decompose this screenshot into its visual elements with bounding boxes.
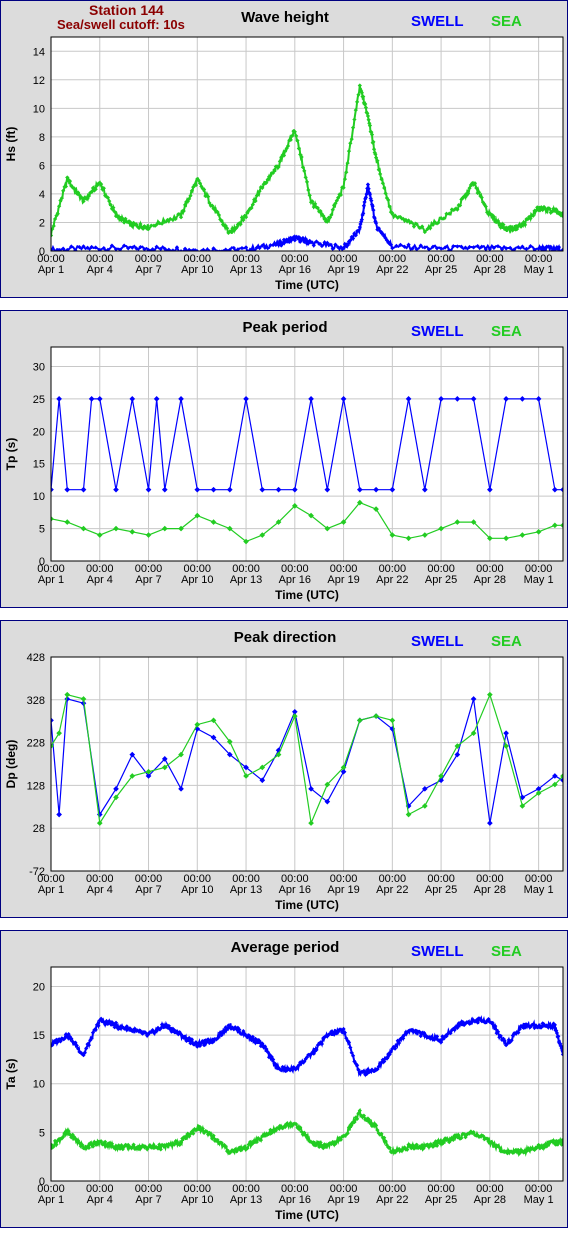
x-tick-date: Apr 22 — [376, 1194, 408, 1206]
x-tick-date: Apr 4 — [87, 884, 113, 896]
x-tick-date: Apr 19 — [327, 264, 359, 276]
x-tick-date: Apr 7 — [135, 1194, 161, 1206]
x-tick-date: Apr 28 — [474, 574, 506, 586]
y-tick-label: 328 — [27, 695, 45, 707]
average-period-panel: 0 5 10 15 20 00:00 Apr 1 00:00 Apr 4 00:00 Apr 7 00… — [0, 930, 568, 1228]
x-tick-date: Apr 28 — [474, 264, 506, 276]
y-tick-label: 6 — [39, 160, 45, 172]
y-tick-label: 10 — [33, 491, 45, 503]
x-tick-date: Apr 4 — [87, 264, 113, 276]
y-tick-label: 15 — [33, 459, 45, 471]
y-axis-label: Dp (deg) — [4, 740, 18, 789]
x-tick-date: Apr 28 — [474, 884, 506, 896]
y-tick-label: 2 — [39, 217, 45, 229]
x-tick-date: Apr 25 — [425, 264, 457, 276]
wave-height-chart: 0246810121400:00Apr 100:00Apr 400:00Apr … — [4, 9, 564, 292]
x-tick-date: Apr 22 — [376, 884, 408, 896]
x-tick-date: May 1 — [524, 264, 554, 276]
x-tick-date: Apr 10 — [181, 574, 213, 586]
x-tick-date: Apr 25 — [425, 884, 457, 896]
legend-sea: SEA — [491, 633, 522, 650]
x-tick-date: Apr 7 — [135, 264, 161, 276]
x-tick-date: Apr 19 — [327, 1194, 359, 1206]
chart-title: Wave height — [241, 9, 329, 26]
x-tick-date: Apr 16 — [279, 264, 311, 276]
chart-title: Peak direction — [234, 629, 337, 646]
average-period-chart: 0510152000:00Apr 100:00Apr 400:00Apr 700… — [4, 939, 564, 1222]
y-tick-label: 8 — [39, 132, 45, 144]
legend-swell: SWELL — [411, 943, 464, 960]
x-tick-date: Apr 10 — [181, 884, 213, 896]
x-tick-date: Apr 16 — [279, 574, 311, 586]
x-tick-date: Apr 22 — [376, 264, 408, 276]
wave-height-panel: Station 144 Sea/swell cutoff: 10s 024681… — [0, 0, 568, 298]
x-tick-date: Apr 16 — [279, 1194, 311, 1206]
x-tick-date: May 1 — [524, 1194, 554, 1206]
legend-swell: SWELL — [411, 323, 464, 340]
x-tick-date: Apr 4 — [87, 574, 113, 586]
x-tick-date: Apr 7 — [135, 884, 161, 896]
y-tick-label: 25 — [33, 394, 45, 406]
y-tick-label: 228 — [27, 738, 45, 750]
legend-sea: SEA — [491, 943, 522, 960]
x-tick-date: May 1 — [524, 884, 554, 896]
y-axis-label: Hs (ft) — [4, 127, 18, 162]
x-axis-label: Time (UTC) — [275, 588, 339, 602]
legend-swell: SWELL — [411, 13, 464, 30]
x-tick-date: Apr 19 — [327, 574, 359, 586]
y-tick-label: 20 — [33, 981, 45, 993]
x-tick-date: May 1 — [524, 574, 554, 586]
y-tick-label: 10 — [33, 103, 45, 115]
x-axis-label: Time (UTC) — [275, 278, 339, 292]
x-axis-label: Time (UTC) — [275, 898, 339, 912]
chart-title: Average period — [231, 939, 340, 956]
x-tick-date: Apr 13 — [230, 884, 262, 896]
peak-direction-panel: -72 28 128 228 328 428 00:00 Apr 1 00:00 Apr 4 00:… — [0, 620, 568, 918]
y-tick-label: 128 — [27, 780, 45, 792]
x-tick-date: Apr 1 — [38, 574, 64, 586]
y-tick-label: 10 — [33, 1079, 45, 1091]
y-axis-label: Tp (s) — [4, 438, 18, 471]
legend-sea: SEA — [491, 13, 522, 30]
legend-sea: SEA — [491, 323, 522, 340]
y-tick-label: 30 — [33, 361, 45, 373]
x-tick-date: Apr 1 — [38, 884, 64, 896]
x-tick-date: Apr 1 — [38, 1194, 64, 1206]
x-axis-label: Time (UTC) — [275, 1208, 339, 1222]
peak-direction-chart: -722812822832842800:00Apr 100:00Apr 400:… — [4, 629, 564, 912]
peak-period-chart: 05101520253000:00Apr 100:00Apr 400:00Apr… — [4, 319, 564, 602]
legend-swell: SWELL — [411, 633, 464, 650]
y-tick-label: 14 — [33, 46, 45, 58]
x-tick-date: Apr 25 — [425, 1194, 457, 1206]
x-tick-date: Apr 10 — [181, 264, 213, 276]
x-tick-date: Apr 28 — [474, 1194, 506, 1206]
x-tick-date: Apr 13 — [230, 574, 262, 586]
y-tick-label: 4 — [39, 189, 45, 201]
y-tick-label: 12 — [33, 75, 45, 87]
y-tick-label: 5 — [39, 1127, 45, 1139]
x-tick-date: Apr 19 — [327, 884, 359, 896]
peak-period-panel: 0 5 10 15 20 25 30 00:00 Apr 1 00:00 Apr 4 00:00 Apr… — [0, 310, 568, 608]
y-tick-label: 20 — [33, 426, 45, 438]
y-tick-label: 15 — [33, 1030, 45, 1042]
plot-area — [50, 36, 564, 252]
x-tick-date: Apr 13 — [230, 1194, 262, 1206]
x-tick-date: Apr 1 — [38, 264, 64, 276]
y-tick-label: 428 — [27, 652, 45, 664]
x-tick-date: Apr 16 — [279, 884, 311, 896]
chart-title: Peak period — [242, 319, 327, 336]
x-tick-date: Apr 4 — [87, 1194, 113, 1206]
y-axis-label: Ta (s) — [4, 1058, 18, 1089]
x-tick-date: Apr 10 — [181, 1194, 213, 1206]
y-tick-label: 28 — [33, 823, 45, 835]
x-tick-date: Apr 22 — [376, 574, 408, 586]
x-tick-date: Apr 7 — [135, 574, 161, 586]
y-tick-label: 5 — [39, 524, 45, 536]
x-tick-date: Apr 13 — [230, 264, 262, 276]
x-tick-date: Apr 25 — [425, 574, 457, 586]
